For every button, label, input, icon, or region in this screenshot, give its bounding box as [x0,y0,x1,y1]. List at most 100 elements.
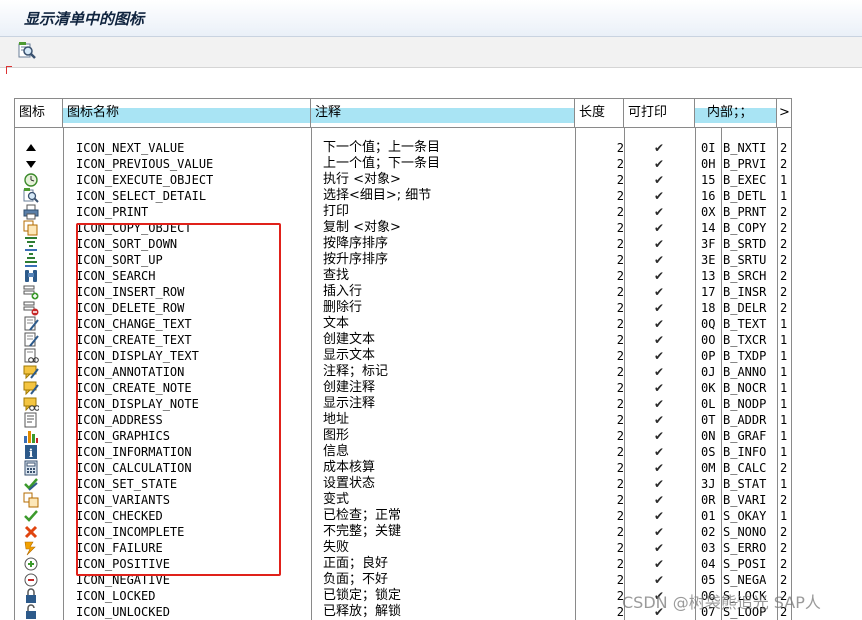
col-header-name[interactable]: 图标名称 [63,99,311,127]
length-cell: 2 [616,173,624,187]
internal-code-cell: 0I [701,141,716,155]
internal-name-cell: B_SRTU [723,253,767,267]
internal-name-cell: S_ERRO [723,541,767,555]
length-cell: 2 [616,493,624,507]
length-cell: 2 [616,509,624,523]
internal-name-cell: B_STAT [723,477,767,491]
internal-code-cell: 0H [701,157,716,171]
internal-extra-cell: 1 [780,397,788,411]
comment-cell: 创建文本 [323,332,376,347]
icon-name-cell: ICON_SELECT_DETAIL [76,189,207,203]
printable-check: ✔ [653,573,665,587]
grid-header: 图标 图标名称 注释 长度 可打印 内部；； > [15,99,791,128]
length-cell: 2 [616,397,624,411]
internal-extra-cell: 2 [780,221,788,235]
internal-extra-cell: 2 [780,525,788,539]
internal-name-cell: B_SRTD [723,237,767,251]
internal-name-cell: B_GRAF [723,429,767,443]
internal-code-cell: 0N [701,429,716,443]
window-title: 显示清单中的图标 [24,10,145,28]
comment-cell: 变式 [323,492,350,507]
internal-name-cell: B_ADDR [723,413,767,427]
comment-cell: 注释；标记 [323,364,389,379]
printable-check: ✔ [653,221,665,235]
length-cell: 2 [616,157,624,171]
length-cell: 2 [616,461,624,475]
internal-extra-cell: 2 [780,269,788,283]
col-header-icon[interactable]: 图标 [15,99,63,127]
col-header-length[interactable]: 长度 [575,99,624,127]
internal-name-cell: B_COPY [723,221,767,235]
variants-icon [23,492,39,508]
internal-name-cell: B_NOCR [723,381,767,395]
copy-icon [23,220,39,236]
icon-name-cell: ICON_EXECUTE_OBJECT [76,173,214,187]
internal-code-cell: 04 [701,557,716,571]
printable-check: ✔ [653,237,665,251]
table-row[interactable]: ICON_NEXT_VALUE 下一个值；上一条目 2 ✔ 0I B_NXTI 2 [15,140,791,156]
printable-check: ✔ [653,333,665,347]
table-row[interactable]: ICON_EXECUTE_OBJECT 执行 <对象> 2 ✔ 15 B_EXEC 1 [15,172,791,188]
table-row[interactable]: ICON_PREVIOUS_VALUE 上一个值；下一条目 2 ✔ 0H B_PRVI 2 [15,156,791,172]
negative-icon [23,572,39,588]
application-toolbar [0,37,862,68]
internal-name-cell: B_SRCH [723,269,767,283]
internal-extra-cell: 1 [780,445,788,459]
icon-name-cell: ICON_UNLOCKED [76,605,170,619]
length-cell: 2 [616,237,624,251]
table-row[interactable]: ICON_SELECT_DETAIL 选择<细目>; 细节 2 ✔ 16 B_DETL 1 [15,188,791,204]
internal-code-cell: 01 [701,509,716,523]
internal-extra-cell: 2 [780,573,788,587]
internal-code-cell: 3F [701,237,716,251]
incomplete-icon [23,524,39,540]
comment-cell: 上一个值；下一条目 [323,156,441,171]
table-row[interactable]: ICON_PRINT 打印 2 ✔ 0X B_PRNT 2 [15,204,791,220]
col-header-printable[interactable]: 可打印 [624,99,695,127]
length-cell: 2 [616,269,624,283]
triangle-down-icon [23,156,39,172]
internal-name-cell: B_TEXT [723,317,767,331]
positive-icon [23,556,39,572]
internal-code-cell: 16 [701,189,716,203]
internal-extra-cell: 1 [780,189,788,203]
change-text-icon [23,316,39,332]
internal-code-cell: 0T [701,413,716,427]
internal-extra-cell: 1 [780,365,788,379]
icon-name-cell: ICON_LOCKED [76,589,156,603]
internal-extra-cell: 2 [780,157,788,171]
internal-name-cell: B_VARI [723,493,767,507]
scroll-right-arrow[interactable]: > [777,99,791,127]
printable-check: ✔ [653,397,665,411]
comment-cell: 正面；良好 [323,556,389,571]
internal-code-cell: 0X [701,205,716,219]
internal-extra-cell: 1 [780,477,788,491]
focus-marker [6,66,7,74]
internal-code-cell: 0R [701,493,716,507]
comment-cell: 失败 [323,540,350,555]
col-header-internal[interactable]: 内部；； [695,99,777,127]
printable-check: ✔ [653,189,665,203]
internal-name-cell: B_TXCR [723,333,767,347]
internal-name-cell: B_INFO [723,445,767,459]
length-cell: 2 [616,189,624,203]
comment-cell: 设置状态 [323,476,376,491]
length-cell: 2 [616,381,624,395]
length-cell: 2 [616,317,624,331]
length-cell: 2 [616,525,624,539]
create-note-icon [23,380,39,396]
internal-extra-cell: 2 [780,237,788,251]
internal-extra-cell: 2 [780,557,788,571]
checked-icon [23,508,39,524]
internal-extra-cell: 2 [780,285,788,299]
length-cell: 2 [616,429,624,443]
internal-name-cell: B_NODP [723,397,767,411]
select-detail-icon [23,188,39,204]
internal-code-cell: 05 [701,573,716,587]
internal-code-cell: 0P [701,349,716,363]
comment-cell: 信息 [323,444,350,459]
icon-name-cell: ICON_NEXT_VALUE [76,141,185,155]
col-header-comment[interactable]: 注释 [311,99,575,127]
length-cell: 2 [616,477,624,491]
binoculars-icon [23,268,39,284]
magnifier-icon[interactable] [17,41,37,61]
